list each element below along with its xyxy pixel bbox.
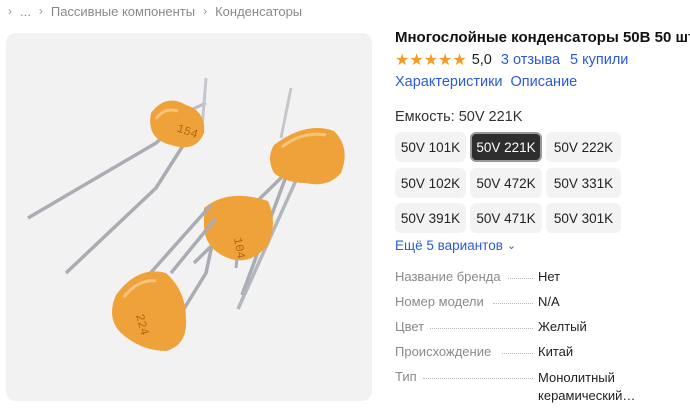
chevron-right-icon: › [8, 4, 12, 18]
spec-key: Тип [395, 369, 417, 384]
spec-dots [502, 353, 533, 354]
star-icon: ★ [423, 50, 439, 69]
more-variants-label: Ещё 5 вариантов [395, 238, 503, 253]
star-icon: ★ [438, 50, 453, 69]
info-tabs: Характеристики Описание [395, 74, 585, 90]
chevron-down-icon: ⌄ [506, 239, 517, 252]
breadcrumb-passive-components[interactable]: Пассивные компоненты [51, 4, 195, 19]
star-icon: ★ [395, 50, 410, 69]
star-icon: ★ [409, 50, 424, 69]
breadcrumb-ellipsis[interactable]: ... [20, 4, 31, 19]
variant-option[interactable]: 50V 331K [546, 168, 621, 198]
chevron-right-icon: › [203, 4, 208, 18]
variant-option[interactable]: 50V 301K [546, 203, 621, 233]
variant-option[interactable]: 50V 102K [395, 168, 466, 198]
product-title: Многослойные конденсаторы 50В 50 шт. [395, 29, 690, 46]
spec-value: Китай [538, 344, 574, 359]
rating-stars: ★ ★ ★ ★ ★ [395, 52, 467, 68]
variant-option[interactable]: 50V 471K [470, 203, 542, 233]
spec-dots [493, 303, 533, 304]
product-image[interactable]: 154 104 224 [6, 33, 372, 401]
spec-key: Происхождение [395, 344, 492, 359]
spec-dots [430, 328, 533, 329]
capacitors-photo: 154 104 224 [6, 33, 372, 401]
spec-key: Номер модели [395, 294, 484, 309]
breadcrumb: › ... › Пассивные компоненты › Конденсат… [0, 0, 302, 22]
capacity-label: Емкость: 50V 221K [395, 109, 523, 125]
chevron-right-icon: › [38, 4, 43, 18]
spec-value: N/A [538, 294, 560, 309]
tab-description[interactable]: Описание [511, 74, 578, 90]
variant-option[interactable]: 50V 101K [395, 132, 466, 162]
spec-key: Цвет [395, 319, 425, 334]
reviews-link[interactable]: 3 отзыва [501, 52, 560, 68]
variant-option[interactable]: 50V 472K [470, 168, 542, 198]
spec-dots [508, 278, 533, 279]
rating-row: ★ ★ ★ ★ ★ 5,0 3 отзыва 5 купили [395, 52, 629, 69]
variant-option[interactable]: 50V 391K [395, 203, 466, 233]
variant-option[interactable]: 50V 222K [546, 132, 621, 162]
breadcrumb-capacitors[interactable]: Конденсаторы [215, 4, 302, 19]
spec-value: Желтый [538, 319, 587, 334]
rating-value: 5,0 [471, 52, 492, 68]
star-icon: ★ [452, 50, 467, 69]
tab-characteristics[interactable]: Характеристики [395, 74, 503, 90]
spec-value: Нет [538, 269, 561, 284]
more-variants-link[interactable]: Ещё 5 вариантов ⌄ [395, 238, 516, 253]
spec-key: Название бренда [395, 269, 501, 284]
spec-dots [423, 378, 533, 379]
purchases-count: 5 купили [570, 52, 629, 68]
variant-option-selected[interactable]: 50V 221K [470, 132, 542, 162]
spec-value: Монолитный керамический… [538, 370, 636, 403]
